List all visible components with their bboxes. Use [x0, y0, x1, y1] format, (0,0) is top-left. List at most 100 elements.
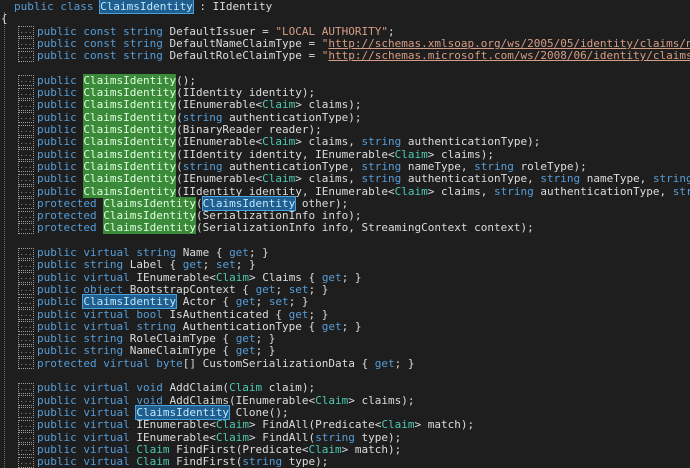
fold-icon[interactable]: ...: [18, 407, 34, 419]
code-token: ClaimsIdentity: [83, 123, 177, 136]
fold-icon[interactable]: ...: [18, 395, 34, 407]
code-token: public: [37, 159, 84, 173]
code-token: public const string: [37, 49, 170, 63]
code-line[interactable]: ... public virtual Claim FindFirst(string…: [18, 455, 328, 468]
code-token: ClaimsIdentity: [103, 209, 196, 223]
fold-icon[interactable]: ...: [18, 50, 34, 62]
fold-icon[interactable]: ...: [18, 247, 34, 259]
code-token: string: [652, 172, 690, 186]
code-token: get: [374, 356, 395, 370]
code-token: ; }: [341, 270, 362, 284]
fold-icon[interactable]: ...: [18, 99, 34, 111]
code-token: http://schemas.xmlsoap.org/ws/2005/05/id…: [328, 36, 690, 50]
code-token: : IIdentity: [192, 0, 273, 13]
code-token: ClaimsIdentity: [83, 172, 177, 186]
code-token: get: [235, 332, 256, 346]
code-token: ClaimsIdentity: [83, 98, 177, 112]
code-token: > FindAll(Predicate<: [248, 418, 382, 432]
fold-icon[interactable]: ...: [18, 272, 34, 284]
fold-icon[interactable]: ...: [18, 210, 34, 222]
fold-icon[interactable]: ...: [18, 259, 34, 271]
code-token: Claim: [308, 442, 342, 456]
code-token: ;: [275, 282, 289, 296]
fold-icon[interactable]: ...: [18, 124, 34, 136]
code-token: Claim: [315, 393, 349, 407]
code-token: authenticationType);: [407, 135, 541, 149]
code-token: set: [215, 258, 236, 272]
code-token: public virtual: [37, 442, 137, 456]
code-token: (IIdentity identity, IEnumerable<: [176, 147, 395, 161]
code-token: public: [37, 86, 84, 100]
code-token: Claim: [229, 381, 263, 395]
fold-icon[interactable]: ...: [18, 222, 34, 234]
fold-icon[interactable]: ...: [18, 444, 34, 456]
code-editor[interactable]: public class ClaimsIdentity : IIdentity {…: [0, 0, 690, 468]
fold-icon[interactable]: ...: [18, 456, 34, 468]
code-token: ; }: [248, 246, 269, 259]
code-token: authenticationType,: [540, 184, 673, 198]
fold-icon[interactable]: ...: [18, 284, 34, 296]
code-token: AddClaims(IEnumerable<: [169, 393, 316, 407]
fold-icon[interactable]: ...: [18, 321, 34, 333]
code-token: roleType);: [520, 159, 587, 173]
code-token: > claims);: [295, 98, 362, 112]
code-token: set: [288, 282, 309, 296]
code-token: NameClaimType {: [129, 344, 236, 358]
code-line[interactable]: public class ClaimsIdentity : IIdentity: [14, 0, 273, 14]
code-token: ClaimsIdentity: [83, 73, 177, 87]
code-token: Claim: [394, 184, 428, 198]
code-token: (: [176, 110, 183, 124]
code-token: ClaimsIdentity: [103, 221, 196, 235]
fold-icon[interactable]: ...: [18, 173, 34, 185]
code-token: public virtual: [37, 418, 137, 432]
code-token: public string: [37, 344, 130, 358]
fold-icon[interactable]: ...: [18, 198, 34, 210]
code-token: ClaimsIdentity: [103, 196, 196, 210]
code-token: string: [474, 159, 521, 173]
code-line[interactable]: ... public ClaimsIdentity(IIdentity ident…: [18, 184, 690, 198]
code-token: Claim: [215, 418, 249, 432]
code-token: Claim: [381, 418, 415, 432]
fold-icon[interactable]: ...: [18, 432, 34, 443]
code-token: "LOCAL AUTHORITY": [275, 24, 389, 38]
fold-icon[interactable]: ...: [18, 333, 34, 345]
code-line[interactable]: ... public const string DefaultRoleClaimT…: [18, 50, 690, 62]
code-token: ClaimsIdentity: [83, 184, 177, 198]
code-token: ClaimsIdentity: [83, 147, 177, 161]
code-token: get: [235, 295, 256, 309]
code-token: (IEnumerable<: [176, 172, 263, 186]
code-line[interactable]: ... protected ClaimsIdentity(Serializatio…: [18, 221, 534, 235]
code-token: other);: [295, 196, 349, 210]
fold-icon[interactable]: ...: [18, 358, 34, 370]
fold-icon[interactable]: ...: [18, 26, 34, 38]
code-token: public string: [37, 332, 130, 346]
fold-icon[interactable]: ...: [18, 112, 34, 124]
code-token: (SerializationInfo info, StreamingContex…: [195, 221, 534, 235]
fold-icon[interactable]: ...: [18, 38, 34, 50]
fold-icon[interactable]: ...: [18, 87, 34, 99]
code-token: (BinaryReader reader);: [176, 123, 322, 136]
code-token: Claim: [215, 270, 249, 284]
fold-icon[interactable]: ...: [18, 149, 34, 161]
code-token: ;: [202, 258, 216, 272]
fold-icon[interactable]: ...: [18, 296, 34, 308]
code-token: Claim: [215, 430, 249, 444]
fold-icon[interactable]: ...: [18, 345, 34, 357]
code-token: ; }: [235, 258, 256, 272]
fold-icon[interactable]: ...: [18, 136, 34, 148]
code-token: RoleClaimType {: [129, 332, 236, 346]
code-line[interactable]: ... protected virtual byte[] CustomSerial…: [18, 356, 415, 370]
fold-icon[interactable]: ...: [18, 419, 34, 431]
fold-icon[interactable]: ...: [18, 75, 34, 87]
fold-icon[interactable]: ...: [18, 186, 34, 197]
fold-icon[interactable]: ...: [18, 309, 34, 320]
code-token: [] CustomSerializationData {: [182, 356, 375, 370]
code-token: BootstrapContext {: [129, 282, 256, 296]
fold-icon[interactable]: ...: [18, 382, 34, 394]
code-token: Claim: [136, 442, 170, 456]
code-token: Claim: [262, 135, 296, 149]
code-line[interactable]: {: [1, 13, 8, 25]
code-token: public class: [14, 0, 101, 13]
code-token: string: [672, 184, 690, 198]
fold-icon[interactable]: ...: [18, 161, 34, 173]
